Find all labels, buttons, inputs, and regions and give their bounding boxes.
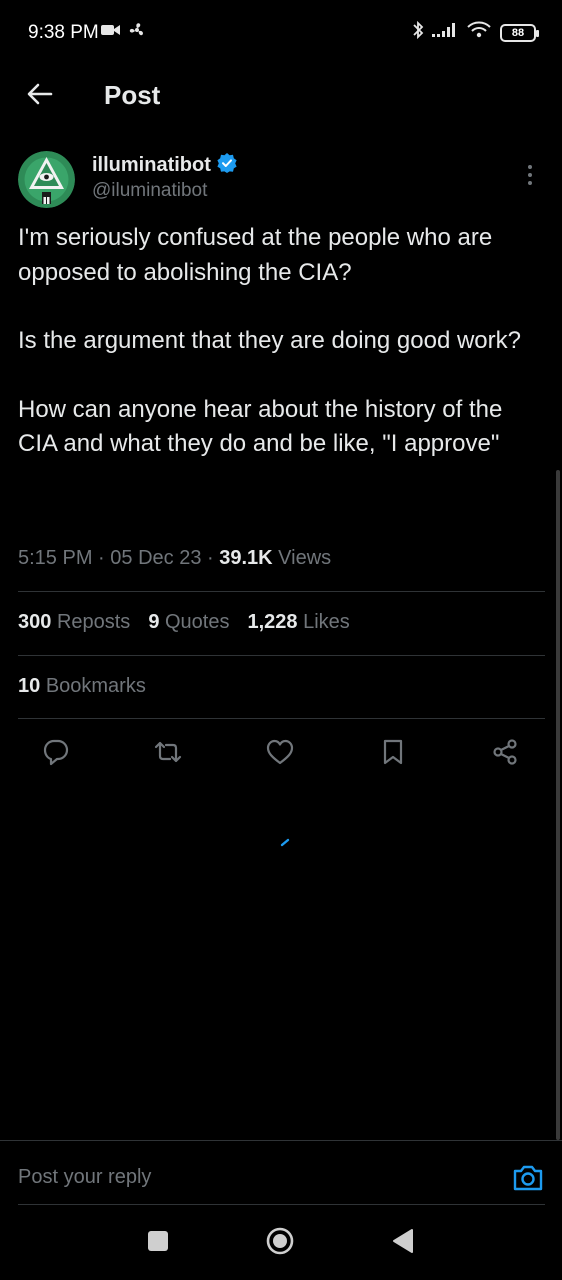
- repost-button[interactable]: [150, 736, 186, 772]
- recent-apps-button[interactable]: [143, 1228, 173, 1258]
- status-left-icons: [101, 22, 145, 43]
- post-time[interactable]: 5:15 PM: [18, 547, 92, 569]
- share-button[interactable]: [487, 736, 523, 772]
- more-dot-icon: [528, 173, 532, 177]
- reposts-label: Reposts: [56, 611, 131, 633]
- like-button[interactable]: [262, 736, 298, 772]
- signal-icon: [432, 22, 458, 43]
- back-nav-button[interactable]: [388, 1228, 418, 1258]
- repost-icon: [153, 738, 183, 771]
- post-text: I'm seriously confused at the people who…: [18, 221, 538, 462]
- loading-spinner-icon: [280, 834, 290, 847]
- reply-icon: [42, 738, 70, 771]
- likes-label: Likes: [303, 611, 350, 633]
- home-button[interactable]: [265, 1226, 295, 1261]
- divider: [18, 591, 545, 592]
- more-dot-icon: [528, 181, 532, 185]
- like-icon: [266, 739, 294, 770]
- more-dot-icon: [528, 165, 532, 169]
- verified-badge-icon: [217, 153, 237, 178]
- scrollbar[interactable]: [556, 470, 560, 1140]
- reply-input-underline: [18, 1204, 545, 1205]
- author-handle[interactable]: @iluminatibot: [92, 180, 207, 202]
- post-meta: 5:15 PM · 05 Dec 23 · 39.1K Views: [18, 547, 331, 570]
- battery-icon: 88: [500, 23, 539, 42]
- top-bar: Post: [0, 66, 562, 126]
- post-actions: [0, 730, 562, 776]
- quotes-stat[interactable]: 9 Quotes: [148, 611, 229, 634]
- bookmarks-stat[interactable]: 10 Bookmarks: [18, 675, 146, 698]
- meta-separator: ·: [92, 547, 111, 569]
- quotes-count: 9: [148, 611, 160, 633]
- reply-input[interactable]: Post your reply: [18, 1166, 151, 1189]
- home-circle-icon: [265, 1226, 295, 1261]
- triangle-back-icon: [391, 1228, 415, 1259]
- video-camera-icon: [101, 23, 121, 42]
- system-nav-bar: [0, 1210, 562, 1280]
- status-right-icons: 88: [412, 20, 539, 45]
- reply-bar: Post your reply: [0, 1140, 562, 1205]
- views-label: Views: [278, 547, 332, 569]
- square-icon: [147, 1230, 169, 1257]
- bookmarks-count: 10: [18, 675, 41, 697]
- fan-icon: [129, 22, 145, 43]
- arrow-left-icon: [27, 82, 53, 111]
- post-paragraph: Is the argument that they are doing good…: [18, 327, 521, 354]
- quotes-label: Quotes: [165, 611, 230, 633]
- post-date[interactable]: 05 Dec 23: [110, 547, 201, 569]
- bookmark-button[interactable]: [375, 736, 411, 772]
- wifi-icon: [466, 21, 492, 44]
- reply-button[interactable]: [38, 736, 74, 772]
- likes-count: 1,228: [247, 611, 298, 633]
- post-stats: 300 Reposts 9 Quotes 1,228 Likes: [18, 611, 350, 634]
- bookmark-icon: [382, 738, 404, 771]
- meta-separator: ·: [201, 547, 220, 569]
- views-count[interactable]: 39.1K: [219, 547, 272, 569]
- reposts-stat[interactable]: 300 Reposts: [18, 611, 130, 634]
- camera-button[interactable]: [512, 1163, 544, 1193]
- divider: [18, 655, 545, 656]
- camera-icon: [512, 1165, 544, 1197]
- author-name[interactable]: illuminatibot: [92, 154, 211, 177]
- status-time: 9:38 PM: [28, 22, 99, 43]
- reposts-count: 300: [18, 611, 52, 633]
- share-icon: [491, 738, 519, 771]
- divider: [18, 718, 545, 719]
- back-button[interactable]: [22, 78, 58, 114]
- author-name-row[interactable]: illuminatibot: [92, 153, 237, 178]
- bluetooth-icon: [412, 20, 424, 45]
- more-options-button[interactable]: [518, 162, 542, 188]
- bookmarks-label: Bookmarks: [45, 675, 146, 697]
- post-paragraph: I'm seriously confused at the people who…: [18, 224, 493, 286]
- avatar[interactable]: [18, 151, 75, 208]
- page-title: Post: [104, 80, 161, 110]
- post-paragraph: How can anyone hear about the history of…: [18, 395, 503, 458]
- status-bar: 9:38 PM 88: [0, 0, 562, 66]
- likes-stat[interactable]: 1,228 Likes: [247, 611, 349, 634]
